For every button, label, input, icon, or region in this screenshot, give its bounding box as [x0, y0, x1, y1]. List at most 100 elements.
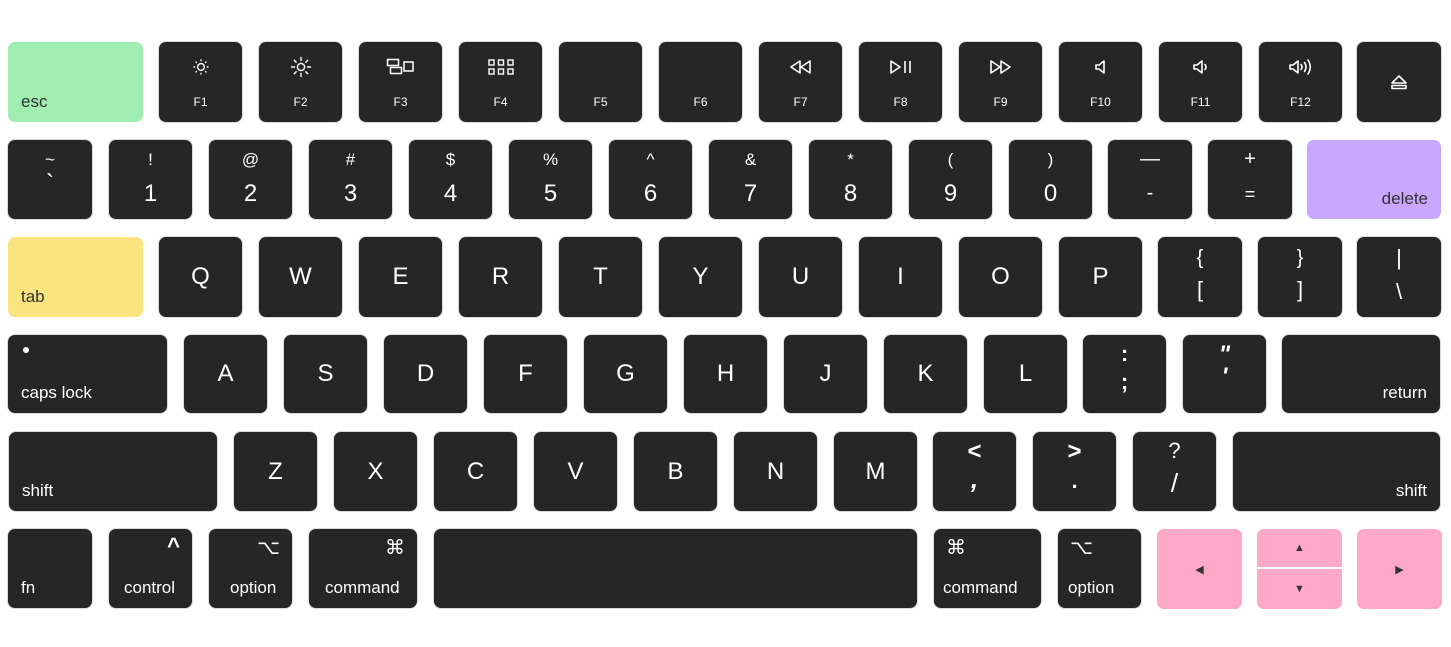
key-x[interactable]: X	[334, 432, 417, 511]
period-key[interactable]: > .	[1033, 432, 1116, 511]
key-8[interactable]: * 8	[809, 140, 892, 219]
slash-key[interactable]: ? /	[1133, 432, 1216, 511]
control-label: control	[124, 578, 176, 597]
key-k-label: K	[917, 360, 934, 387]
key-g[interactable]: G	[584, 335, 667, 413]
key-c[interactable]: C	[434, 432, 517, 511]
key-r[interactable]: R	[459, 237, 542, 317]
right-shift-label: shift	[1395, 481, 1427, 500]
f11-key[interactable]: F11	[1159, 42, 1242, 122]
key-9-shift-symbol: (	[947, 150, 954, 169]
right-bracket-key[interactable]: } ]	[1258, 237, 1342, 317]
key-g-label: G	[616, 360, 635, 387]
up-arrow-icon: ▲	[1294, 542, 1305, 554]
backtick-key[interactable]: ~ `	[8, 140, 92, 219]
f4-key[interactable]: F4	[459, 42, 542, 122]
key-7[interactable]: & 7	[709, 140, 792, 219]
left-shift-key[interactable]: shift	[9, 432, 217, 511]
key-l[interactable]: L	[984, 335, 1067, 413]
f8-key[interactable]: F8	[859, 42, 942, 122]
key-3-symbol: 3	[343, 180, 358, 207]
key-w[interactable]: W	[259, 237, 342, 317]
f1-key[interactable]: F1	[159, 42, 242, 122]
key-6-shift-symbol: ^	[646, 150, 655, 169]
key-3[interactable]: # 3	[309, 140, 392, 219]
minus-key-symbol: -	[1146, 182, 1154, 204]
space-bar[interactable]	[434, 529, 917, 608]
key-c-label: C	[466, 457, 485, 485]
semicolon-key[interactable]: : ;	[1083, 335, 1166, 413]
key-y[interactable]: Y	[659, 237, 742, 317]
f7-key[interactable]: F7	[759, 42, 842, 122]
key-s[interactable]: S	[284, 335, 367, 413]
key-a[interactable]: A	[184, 335, 267, 413]
backtick-key-symbol: `	[46, 170, 54, 197]
key-5[interactable]: % 5	[509, 140, 592, 219]
left-arrow-key[interactable]: ◀	[1157, 529, 1242, 609]
semicolon-symbol: ;	[1120, 369, 1129, 394]
f3-key[interactable]: F3	[359, 42, 442, 122]
left-option-key[interactable]: ⌥ option	[209, 529, 292, 608]
f5-key[interactable]: F5	[559, 42, 642, 122]
f12-key[interactable]: F12	[1259, 42, 1342, 122]
esc-key[interactable]: esc	[8, 42, 143, 122]
fn-key[interactable]: fn	[8, 529, 92, 608]
return-key[interactable]: return	[1282, 335, 1440, 413]
key-q[interactable]: Q	[159, 237, 242, 317]
key-1[interactable]: ! 1	[109, 140, 192, 219]
caps-lock-key[interactable]: caps lock	[8, 335, 167, 413]
key-p[interactable]: P	[1059, 237, 1142, 317]
f9-key[interactable]: F9	[959, 42, 1042, 122]
quote-key[interactable]: " '	[1183, 335, 1266, 413]
fn-label: fn	[21, 578, 36, 597]
f6-key[interactable]: F6	[659, 42, 742, 122]
key-i[interactable]: I	[859, 237, 942, 317]
minus-key[interactable]: — -	[1108, 140, 1192, 219]
right-command-label: command	[943, 578, 1018, 597]
backslash-symbol: \	[1395, 279, 1403, 304]
control-key[interactable]: ^ control	[109, 529, 192, 608]
left-bracket-key[interactable]: { [	[1158, 237, 1242, 317]
f2-key[interactable]: F2	[259, 42, 342, 122]
key-n[interactable]: N	[734, 432, 817, 511]
key-v[interactable]: V	[534, 432, 617, 511]
key-d[interactable]: D	[384, 335, 467, 413]
backslash-key[interactable]: | \	[1357, 237, 1441, 317]
key-k[interactable]: K	[884, 335, 967, 413]
option-icon: ⌥	[1070, 537, 1094, 559]
key-9[interactable]: ( 9	[909, 140, 992, 219]
key-z[interactable]: Z	[234, 432, 317, 511]
key-4[interactable]: $ 4	[409, 140, 492, 219]
key-0[interactable]: ) 0	[1009, 140, 1092, 219]
left-command-key[interactable]: ⌘ command	[309, 529, 417, 608]
right-shift-key[interactable]: shift	[1233, 432, 1440, 511]
key-f[interactable]: F	[484, 335, 567, 413]
comma-key[interactable]: < ,	[933, 432, 1016, 511]
key-6[interactable]: ^ 6	[609, 140, 692, 219]
key-u[interactable]: U	[759, 237, 842, 317]
eject-key[interactable]	[1357, 42, 1441, 122]
key-7-shift-symbol: &	[744, 150, 757, 169]
delete-key[interactable]: delete	[1307, 140, 1441, 219]
key-p-label: P	[1092, 263, 1109, 290]
right-command-key[interactable]: ⌘ command	[934, 529, 1041, 608]
f9-label: F9	[993, 95, 1008, 109]
right-arrow-key[interactable]: ▶	[1357, 529, 1442, 609]
key-2[interactable]: @ 2	[209, 140, 292, 219]
key-o[interactable]: O	[959, 237, 1042, 317]
right-option-key[interactable]: ⌥ option	[1058, 529, 1141, 608]
key-m[interactable]: M	[834, 432, 917, 511]
comma-shift-symbol: <	[967, 438, 982, 465]
key-t[interactable]: T	[559, 237, 642, 317]
down-arrow-key[interactable]: ▼	[1257, 569, 1342, 609]
left-option-label: option	[230, 578, 277, 597]
key-z-label: Z	[268, 457, 283, 485]
key-j[interactable]: J	[784, 335, 867, 413]
key-e[interactable]: E	[359, 237, 442, 317]
equals-key[interactable]: + =	[1208, 140, 1292, 219]
key-b[interactable]: B	[634, 432, 717, 511]
up-arrow-key[interactable]: ▲	[1257, 529, 1342, 567]
key-h[interactable]: H	[684, 335, 767, 413]
f10-key[interactable]: F10	[1059, 42, 1142, 122]
tab-key[interactable]: tab	[8, 237, 143, 317]
